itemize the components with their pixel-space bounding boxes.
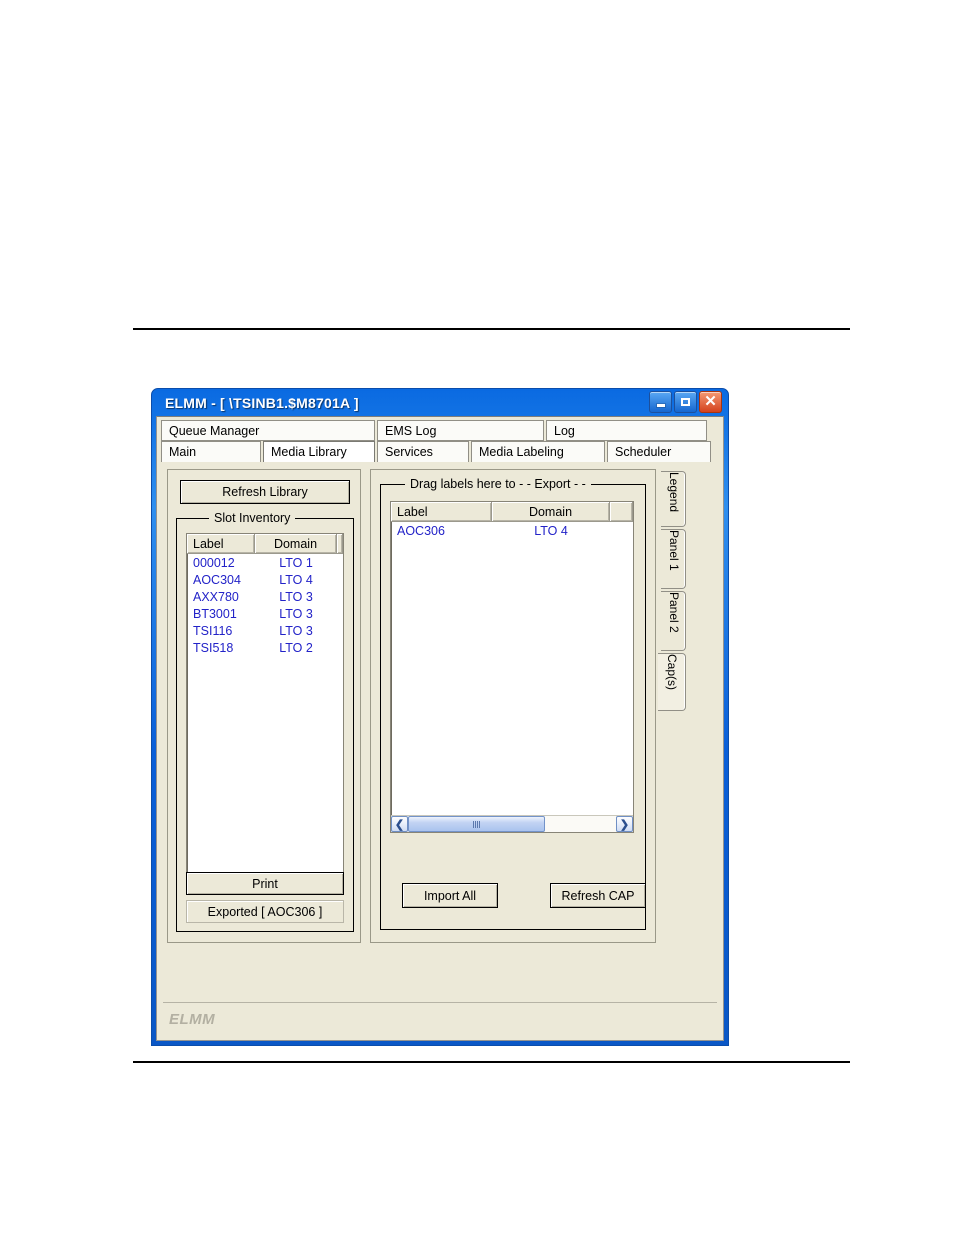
cell-label: AOC304 <box>193 572 241 587</box>
status-bar: ELMM <box>163 1002 717 1036</box>
drag-export-title: Drag labels here to - - Export - - <box>405 477 591 491</box>
tab-label: Main <box>169 445 197 459</box>
cell-label: 000012 <box>193 555 235 570</box>
close-icon: ✕ <box>704 392 717 410</box>
vertical-tab-label: Panel 1 <box>667 530 681 571</box>
minimize-button[interactable] <box>649 391 672 413</box>
vertical-tab-panel-1[interactable]: Panel 1 <box>661 529 686 589</box>
table-row[interactable]: AXX780 LTO 3 <box>187 588 343 605</box>
document-page: ELMM - [ \TSINB1.$M8701A ] ✕ Queue Manag… <box>0 0 954 1235</box>
cell-domain: LTO 3 <box>279 589 313 604</box>
print-label: Print <box>252 876 278 891</box>
tab-label: Queue Manager <box>169 423 260 438</box>
tab-label: EMS Log <box>385 423 437 438</box>
column-header-label[interactable]: Label <box>187 534 255 553</box>
cell-label: AXX780 <box>193 589 239 604</box>
page-rule-top <box>133 328 850 330</box>
scroll-right-arrow-icon[interactable]: ❯ <box>616 816 633 832</box>
minimize-icon <box>656 403 665 407</box>
drag-export-groupbox[interactable]: Drag labels here to - - Export - - Label… <box>380 477 646 930</box>
table-row[interactable]: AOC306 LTO 4 <box>391 522 633 539</box>
tab-scheduler[interactable]: Scheduler <box>607 441 711 462</box>
column-header-label[interactable]: Label <box>391 502 492 521</box>
vertical-tab-caps[interactable]: Cap(s) <box>658 653 686 711</box>
cell-label: TSI116 <box>193 623 233 638</box>
tab-row-2: Main Media Library Services Media Labeli… <box>161 441 719 462</box>
export-header: Label Domain <box>391 502 633 522</box>
elmm-application-window: ELMM - [ \TSINB1.$M8701A ] ✕ Queue Manag… <box>151 388 729 1046</box>
maximize-icon <box>681 398 690 406</box>
tab-row-1: Queue Manager EMS Log Log <box>161 420 719 441</box>
export-rows: AOC306 LTO 4 <box>391 522 633 539</box>
slot-inventory-listview[interactable]: Label Domain 000012 LTO 1 AOC304 LTO 4 A… <box>186 533 344 895</box>
cell-label: TSI518 <box>193 640 234 655</box>
tab-main[interactable]: Main <box>161 441 261 462</box>
slot-inventory-panel: Refresh Library Slot Inventory Label Dom… <box>167 469 361 943</box>
export-listview[interactable]: Label Domain AOC306 LTO 4 ❮ ❯ <box>390 501 634 833</box>
tab-label: Log <box>554 423 575 438</box>
print-button[interactable]: Print <box>186 872 344 895</box>
cell-label: BT3001 <box>193 606 237 621</box>
cell-domain: LTO 2 <box>279 640 313 655</box>
status-bar-label: ELMM <box>169 1011 216 1028</box>
refresh-library-button[interactable]: Refresh Library <box>180 480 350 504</box>
column-header-extra[interactable] <box>610 502 633 521</box>
tab-label: Services <box>385 445 433 459</box>
page-rule-bottom <box>133 1061 850 1063</box>
vertical-tab-panel-2[interactable]: Panel 2 <box>661 591 686 651</box>
title-bar[interactable]: ELMM - [ \TSINB1.$M8701A ] ✕ <box>156 389 724 416</box>
tab-ems-log[interactable]: EMS Log <box>377 420 544 441</box>
vertical-tab-label: Panel 2 <box>667 592 681 633</box>
window-controls: ✕ <box>649 391 722 413</box>
column-header-domain[interactable]: Domain <box>492 502 610 521</box>
cell-domain: LTO 4 <box>279 572 313 587</box>
slot-inventory-groupbox: Slot Inventory Label Domain 000012 LTO 1 <box>176 511 354 932</box>
table-row[interactable]: TSI116 LTO 3 <box>187 622 343 639</box>
scroll-left-arrow-icon[interactable]: ❮ <box>391 816 408 832</box>
tab-queue-manager[interactable]: Queue Manager <box>161 420 375 441</box>
slot-inventory-rows: 000012 LTO 1 AOC304 LTO 4 AXX780 LTO 3 B… <box>187 554 343 656</box>
refresh-library-label: Refresh Library <box>222 485 308 499</box>
tab-label: Media Library <box>271 445 347 459</box>
close-button[interactable]: ✕ <box>699 391 722 413</box>
scroll-thumb[interactable] <box>408 816 546 832</box>
slot-inventory-title: Slot Inventory <box>209 511 296 525</box>
column-header-extra[interactable] <box>337 534 343 553</box>
column-header-domain[interactable]: Domain <box>255 534 337 553</box>
maximize-button[interactable] <box>674 391 697 413</box>
tab-media-library[interactable]: Media Library <box>263 441 375 462</box>
export-panel: Drag labels here to - - Export - - Label… <box>370 469 656 943</box>
table-row[interactable]: BT3001 LTO 3 <box>187 605 343 622</box>
exported-status-label: Exported [ AOC306 ] <box>207 904 323 919</box>
cell-domain: LTO 3 <box>279 606 313 621</box>
vertical-tab-strip: Legend Panel 1 Panel 2 Cap(s) <box>658 471 686 721</box>
tab-strip: Queue Manager EMS Log Log Main Media Lib… <box>161 420 719 464</box>
window-client-area: Queue Manager EMS Log Log Main Media Lib… <box>156 416 724 1041</box>
import-all-label: Import All <box>423 888 477 903</box>
scroll-grip-icon <box>473 820 481 828</box>
vertical-tab-label: Cap(s) <box>665 654 679 691</box>
cell-domain: LTO 4 <box>534 523 568 538</box>
cell-domain: LTO 3 <box>279 623 313 638</box>
exported-status-field: Exported [ AOC306 ] <box>186 900 344 923</box>
scroll-track[interactable] <box>408 816 616 832</box>
refresh-cap-button[interactable]: Refresh CAP <box>550 883 646 908</box>
cell-label: AOC306 <box>397 523 445 538</box>
export-hscrollbar[interactable]: ❮ ❯ <box>391 815 633 832</box>
table-row[interactable]: TSI518 LTO 2 <box>187 639 343 656</box>
cell-domain: LTO 1 <box>279 555 313 570</box>
refresh-cap-label: Refresh CAP <box>561 888 635 903</box>
tab-label: Scheduler <box>615 445 672 459</box>
tab-log[interactable]: Log <box>546 420 707 441</box>
vertical-tab-label: Legend <box>667 472 681 513</box>
tab-label: Media Labeling <box>479 445 564 459</box>
table-row[interactable]: 000012 LTO 1 <box>187 554 343 571</box>
vertical-tab-legend[interactable]: Legend <box>661 471 686 527</box>
table-row[interactable]: AOC304 LTO 4 <box>187 571 343 588</box>
tab-services[interactable]: Services <box>377 441 469 462</box>
import-all-button[interactable]: Import All <box>402 883 498 908</box>
tab-media-labeling[interactable]: Media Labeling <box>471 441 605 462</box>
window-title: ELMM - [ \TSINB1.$M8701A ] <box>165 394 359 411</box>
slot-inventory-header: Label Domain <box>187 534 343 554</box>
